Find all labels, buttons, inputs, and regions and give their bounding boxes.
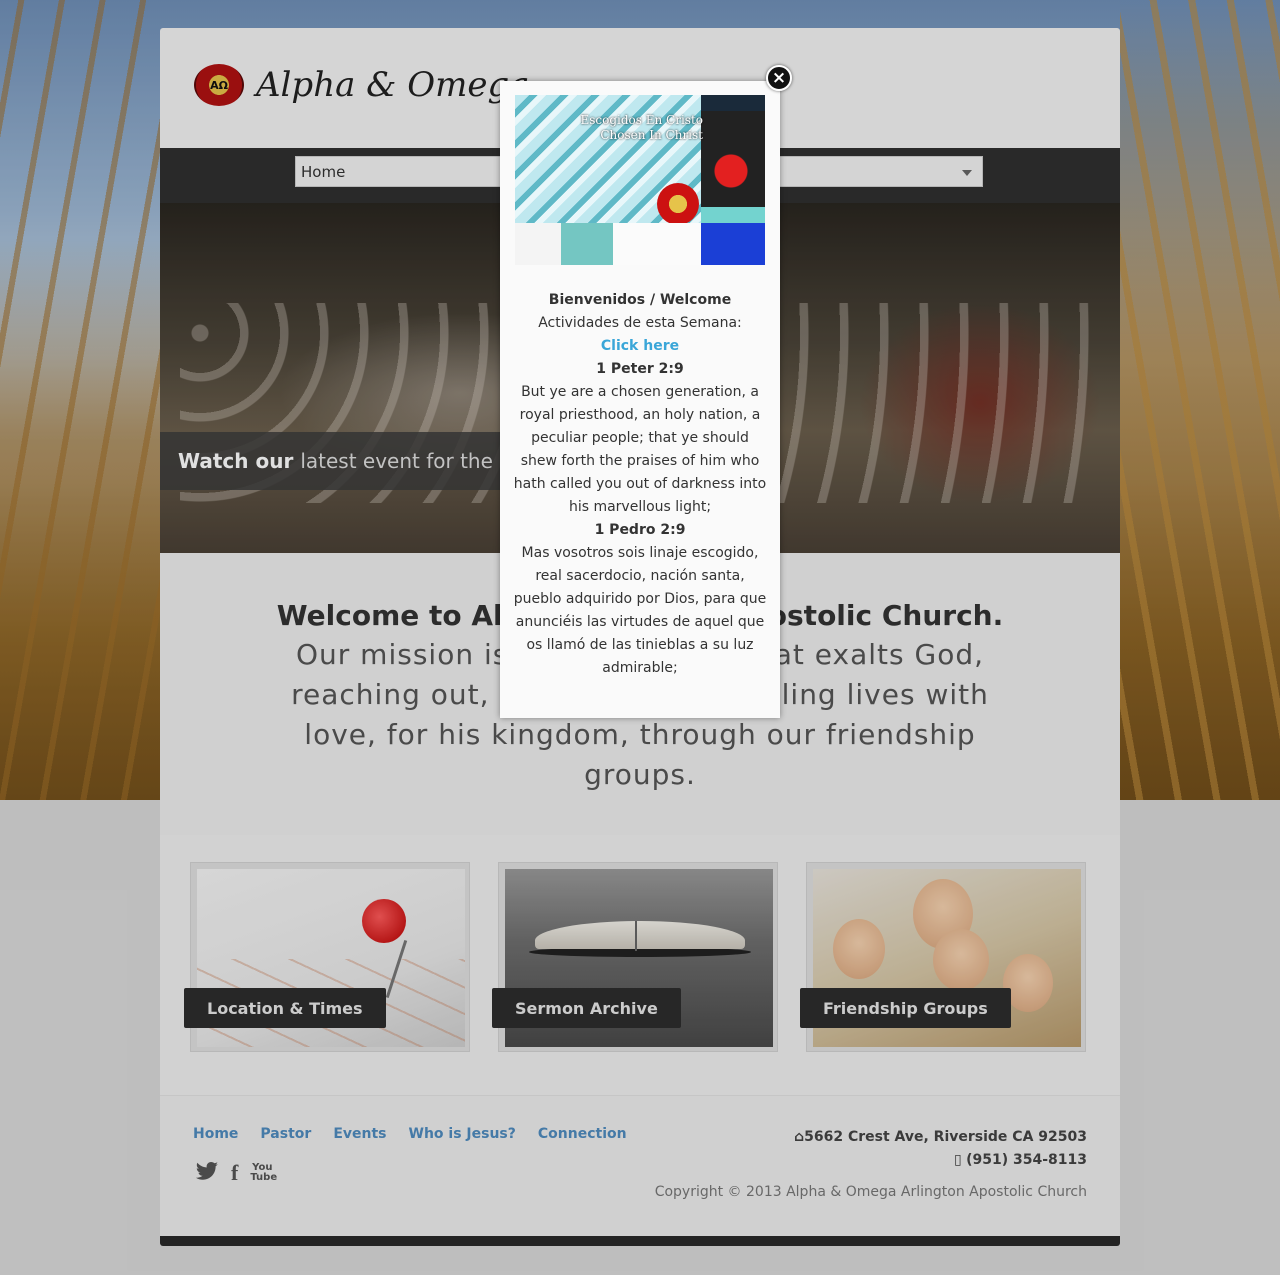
- flyer-title-en: Chosen In Christ: [600, 128, 703, 142]
- close-icon[interactable]: ×: [766, 65, 792, 91]
- flyer-title-es: Escogidos En Cristo: [580, 113, 703, 127]
- flyer-teal-band: [701, 207, 765, 223]
- modal-heading: Bienvenidos / Welcome: [548, 292, 732, 308]
- flyer-strip: [515, 223, 561, 265]
- welcome-modal: Escogidos En Cristo Chosen In Christ Bie…: [500, 81, 780, 718]
- verse-ref-es: 1 Pedro 2:9: [594, 522, 686, 538]
- flyer-strip: [561, 223, 613, 265]
- verse-es: Mas vosotros sois linaje escogido, real …: [513, 545, 767, 676]
- flyer-strip: [613, 223, 701, 265]
- modal-activities: Actividades de esta Semana:: [538, 315, 742, 331]
- flyer-title: Escogidos En Cristo Chosen In Christ: [523, 113, 703, 143]
- flyer-strip: [701, 223, 765, 265]
- modal-body: Bienvenidos / Welcome Actividades de est…: [512, 289, 768, 680]
- flyer-emblem: [657, 183, 699, 225]
- event-flyer-image[interactable]: Escogidos En Cristo Chosen In Christ: [515, 95, 765, 265]
- click-here-link[interactable]: Click here: [512, 335, 768, 358]
- verse-en: But ye are a chosen generation, a royal …: [513, 384, 767, 515]
- verse-ref-en: 1 Peter 2:9: [596, 361, 684, 377]
